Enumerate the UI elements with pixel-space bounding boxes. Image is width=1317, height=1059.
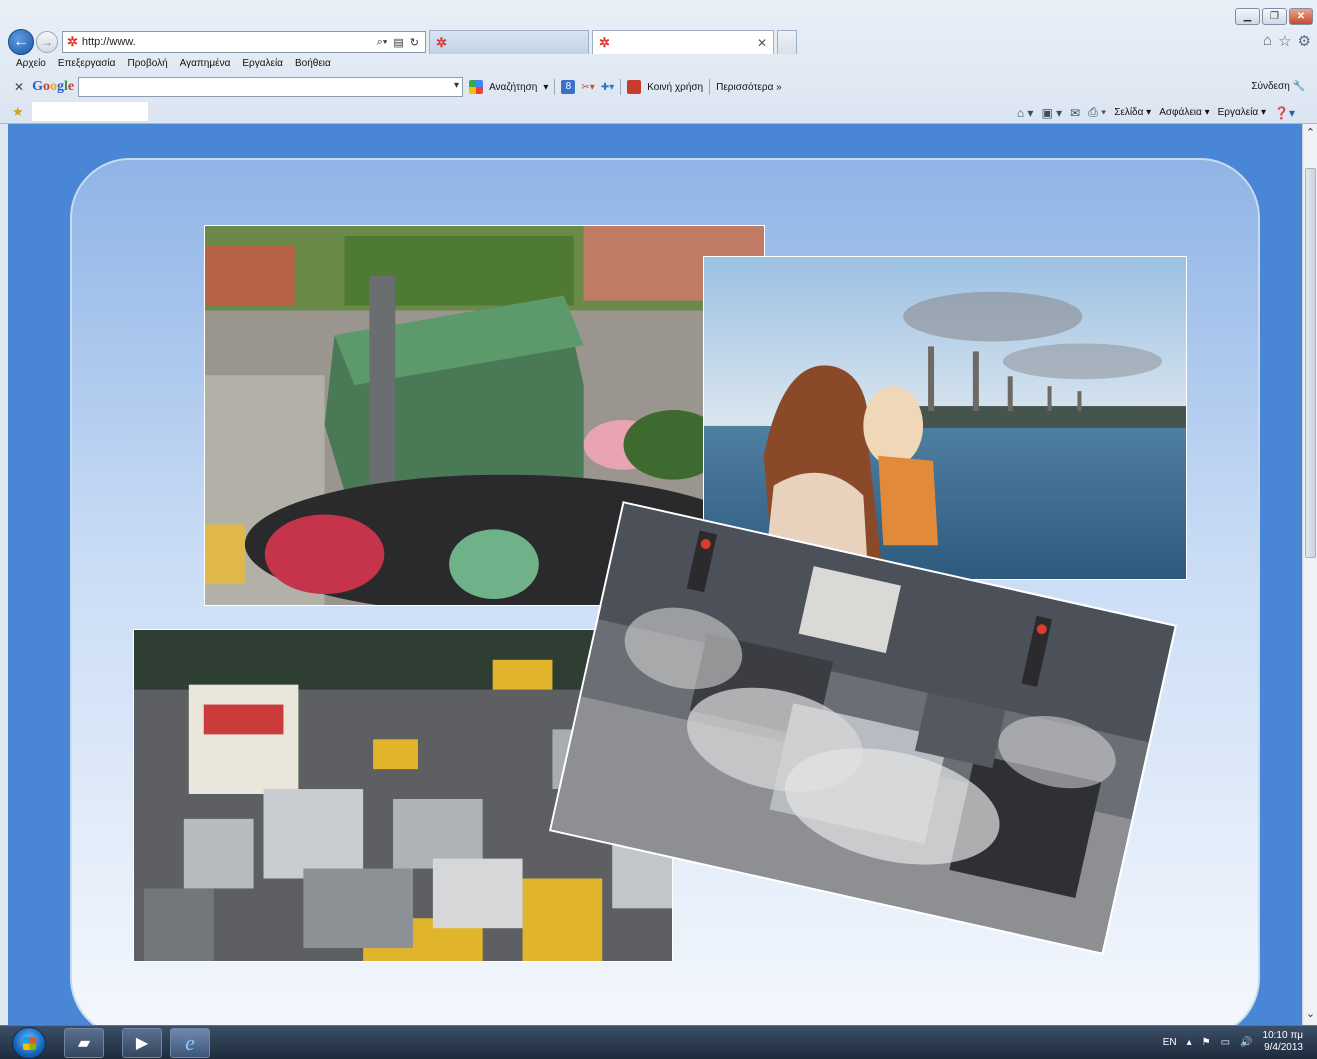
mother-child-power-plant-photo xyxy=(703,256,1187,580)
menu-file[interactable]: Αρχείο xyxy=(16,58,46,69)
taskbar: ▰ ▶ e EN ▴ ⚑ ▭ 🔊 10:10 πμ 9/4/2013 xyxy=(0,1025,1317,1059)
new-tab-button[interactable] xyxy=(777,30,797,54)
separator xyxy=(554,79,556,95)
compatibility-icon[interactable]: ▤ xyxy=(393,36,403,49)
menu-help[interactable]: Βοήθεια xyxy=(295,58,331,69)
clock[interactable]: 10:10 πμ 9/4/2013 xyxy=(1263,1030,1303,1054)
scroll-thumb[interactable] xyxy=(1305,168,1316,558)
restore-button[interactable]: ❐ xyxy=(1262,8,1287,25)
google-search-button[interactable]: Αναζήτηση xyxy=(489,82,537,93)
clock-date: 9/4/2013 xyxy=(1264,1042,1303,1053)
window-controls: ▁ ❐ ✕ xyxy=(1235,8,1313,25)
safety-menu-button[interactable]: Ασφάλεια ▾ xyxy=(1159,107,1209,118)
separator xyxy=(709,79,711,95)
google-tools: Αναζήτηση ▾ 8 ✂▾ ✚▾ Κοινή χρήση Περισσότ… xyxy=(469,79,782,95)
google-search-input[interactable] xyxy=(78,77,464,97)
menu-view[interactable]: Προβολή xyxy=(127,58,167,69)
home-icon[interactable]: ⌂ ▾ xyxy=(1017,106,1034,120)
favorites-bar-star-icon[interactable]: ★ xyxy=(12,104,24,120)
dropdown-arrow-icon[interactable]: ▾ xyxy=(543,82,548,93)
folder-icon: ▰ xyxy=(77,1035,91,1052)
close-window-button[interactable]: ✕ xyxy=(1289,8,1313,25)
share-icon xyxy=(627,80,642,94)
arrow-left-icon: ← xyxy=(13,33,29,50)
back-button[interactable]: ← xyxy=(8,29,34,55)
menu-tools[interactable]: Εργαλεία xyxy=(242,58,283,69)
google-logo: Google xyxy=(32,79,75,94)
start-button[interactable] xyxy=(12,1027,46,1059)
show-hidden-icons-icon[interactable]: ▴ xyxy=(1187,1037,1192,1048)
wrench-icon[interactable]: ✂▾ xyxy=(581,82,594,93)
menu-bar: Αρχείο Επεξεργασία Προβολή Αγαπημένα Εργ… xyxy=(16,58,331,69)
refresh-icon[interactable]: ↻ xyxy=(410,36,419,49)
tab-1[interactable]: ✲ xyxy=(429,30,589,54)
tools-menu-button[interactable]: Εργαλεία ▾ xyxy=(1218,107,1266,118)
safety-menu-label: Ασφάλεια xyxy=(1159,107,1202,118)
site-favicon-icon: ✲ xyxy=(67,34,78,49)
wrench-icon: 🔧 xyxy=(1292,81,1305,92)
vertical-scrollbar[interactable]: ⌃ ⌄ xyxy=(1302,124,1317,1025)
print-icon[interactable]: ⎙ ▾ xyxy=(1088,105,1106,120)
gear-icon[interactable]: ⚙ xyxy=(1298,32,1311,50)
tab-favicon-icon: ✲ xyxy=(599,34,610,50)
favorites-star-icon[interactable]: ☆ xyxy=(1278,32,1291,50)
page-menu-button[interactable]: Σελίδα ▾ xyxy=(1114,107,1151,118)
close-tab-icon[interactable]: ✕ xyxy=(757,36,767,50)
navigation-row: ← → ✲ http://www. ⌕▾ ▤ ↻ ✲ ✲ ✕ xyxy=(8,28,797,56)
google-search-icon xyxy=(469,80,484,94)
help-icon[interactable]: ❓▾ xyxy=(1274,106,1295,120)
media-player-task-button[interactable]: ▶ xyxy=(122,1028,162,1058)
network-icon[interactable]: ▭ xyxy=(1221,1037,1230,1048)
puzzle-icon[interactable]: ✚▾ xyxy=(601,82,614,93)
media-player-icon: ▶ xyxy=(135,1035,149,1052)
address-bar[interactable]: ✲ http://www. ⌕▾ ▤ ↻ xyxy=(62,31,426,53)
bookmark-icon[interactable]: 8 xyxy=(561,80,576,94)
arrow-right-icon: → xyxy=(41,35,53,49)
more-button[interactable]: Περισσότερα » xyxy=(716,82,782,93)
file-explorer-task-button[interactable]: ▰ xyxy=(64,1028,104,1058)
close-toolbar-icon[interactable]: ✕ xyxy=(14,80,24,94)
menu-favorites[interactable]: Αγαπημένα xyxy=(180,58,231,69)
tab-favicon-icon: ✲ xyxy=(436,34,447,50)
tab-2[interactable]: ✲ ✕ xyxy=(592,30,774,54)
page-viewport xyxy=(8,124,1302,1025)
favorites-bar xyxy=(32,102,148,121)
mail-icon[interactable]: ✉ xyxy=(1070,106,1080,120)
signin-label: Σύνδεση xyxy=(1251,81,1290,92)
browser-chrome: ▁ ❐ ✕ ← → ✲ http://www. ⌕▾ ▤ ↻ ✲ ✲ ✕ ⌂ ☆ xyxy=(0,0,1317,124)
system-tray: EN ▴ ⚑ ▭ 🔊 10:10 πμ 9/4/2013 xyxy=(1163,1030,1303,1054)
volume-icon[interactable]: 🔊 xyxy=(1240,1037,1252,1048)
signin-button[interactable]: Σύνδεση 🔧 xyxy=(1251,81,1305,92)
share-button[interactable]: Κοινή χρήση xyxy=(647,82,703,93)
google-toolbar: ✕ Google Αναζήτηση ▾ 8 ✂▾ ✚▾ Κοινή χρήση… xyxy=(0,75,1317,99)
scroll-down-icon[interactable]: ⌄ xyxy=(1304,1007,1317,1023)
separator xyxy=(620,79,622,95)
tools-menu-label: Εργαλεία xyxy=(1217,107,1259,118)
forward-button[interactable]: → xyxy=(36,31,58,53)
internet-explorer-task-button[interactable]: e xyxy=(170,1028,210,1058)
address-text[interactable]: http://www. xyxy=(82,36,373,48)
internet-explorer-icon: e xyxy=(185,1030,195,1055)
action-center-flag-icon[interactable]: ⚑ xyxy=(1202,1037,1211,1048)
scroll-up-icon[interactable]: ⌃ xyxy=(1304,126,1317,142)
command-items: ⌂ ▾ ▣ ▾ ✉ ⎙ ▾ Σελίδα ▾ Ασφάλεια ▾ Εργαλε… xyxy=(1017,105,1295,120)
search-icon[interactable]: ⌕▾ xyxy=(377,36,388,49)
clock-time: 10:10 πμ xyxy=(1262,1030,1303,1041)
command-bar: ★ ⌂ ▾ ▣ ▾ ✉ ⎙ ▾ Σελίδα ▾ Ασφάλεια ▾ Εργα… xyxy=(0,102,1317,122)
address-tools: ⌕▾ ▤ ↻ xyxy=(377,36,425,49)
minimize-button[interactable]: ▁ xyxy=(1235,8,1260,25)
language-indicator[interactable]: EN xyxy=(1163,1037,1177,1048)
rss-feed-icon[interactable]: ▣ ▾ xyxy=(1041,106,1062,120)
home-icon[interactable]: ⌂ xyxy=(1263,32,1272,50)
page-menu-label: Σελίδα xyxy=(1114,107,1144,118)
browser-right-icons: ⌂ ☆ ⚙ xyxy=(1263,32,1311,50)
menu-edit[interactable]: Επεξεργασία xyxy=(58,58,116,69)
